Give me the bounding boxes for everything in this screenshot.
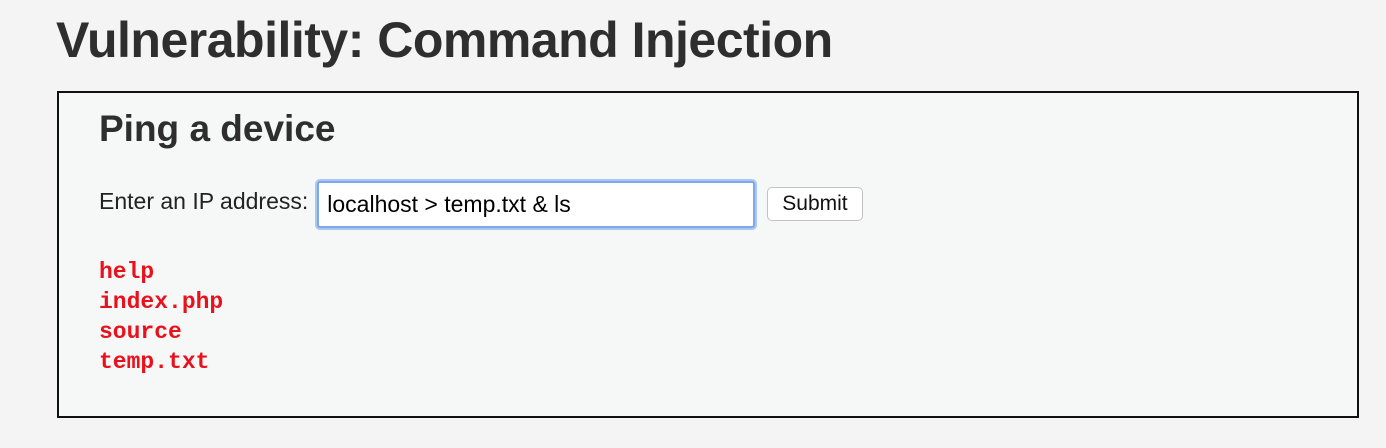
ip-address-input[interactable] [317, 180, 756, 228]
submit-button[interactable]: Submit [767, 187, 863, 221]
output-line: source [99, 319, 182, 345]
command-output: help index.php source temp.txt [99, 257, 223, 377]
ip-address-label: Enter an IP address: [99, 187, 309, 214]
page-title: Vulnerability: Command Injection [56, 12, 833, 68]
output-line: help [99, 259, 155, 285]
section-title: Ping a device [99, 108, 336, 149]
page: Vulnerability: Command Injection Ping a … [0, 0, 1386, 448]
ping-form: Enter an IP address: Submit [99, 179, 863, 229]
output-line: index.php [99, 289, 224, 315]
output-line: temp.txt [99, 349, 210, 375]
vulnerable-code-area: Ping a device Enter an IP address: Submi… [57, 91, 1359, 418]
